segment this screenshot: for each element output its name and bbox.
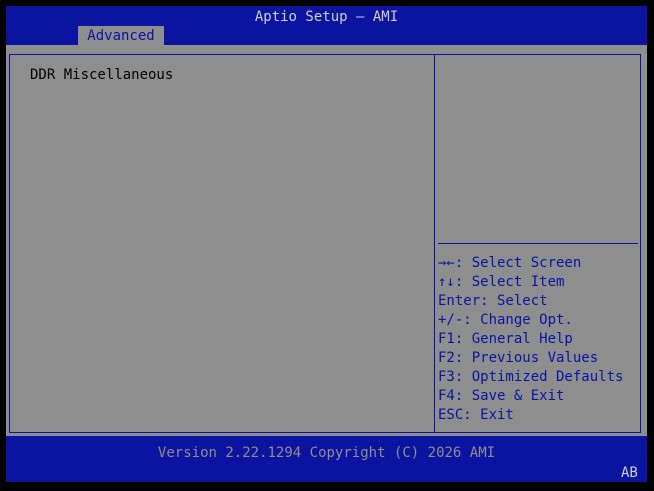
help-panel: →←: Select Screen ↑↓: Select Item Enter:… (434, 54, 641, 433)
help-enter-select: Enter: Select (438, 293, 548, 309)
help-select-screen: →←: Select Screen (438, 255, 582, 271)
help-esc-exit: ESC: Exit (438, 407, 514, 423)
version-footer: Version 2.22.1294 Copyright (C) 2026 AMI (157, 445, 496, 461)
corner-badge: AB (621, 465, 638, 481)
content-area: DDR Miscellaneous →←: Select Screen ↑↓: … (6, 45, 647, 436)
menu-item-ddr-miscellaneous[interactable]: DDR Miscellaneous (30, 67, 173, 83)
help-optimized-defaults: F3: Optimized Defaults (438, 369, 624, 385)
key-help-list: →←: Select Screen ↑↓: Select Item Enter:… (438, 254, 623, 425)
bios-window: Aptio Setup – AMI Advanced DDR Miscellan… (6, 6, 647, 482)
help-divider (438, 243, 638, 244)
help-general-help: F1: General Help (438, 331, 573, 347)
help-save-exit: F4: Save & Exit (438, 388, 565, 404)
window-title: Aptio Setup – AMI (254, 9, 399, 25)
help-select-item: ↑↓: Select Item (438, 274, 565, 290)
help-change-opt: +/-: Change Opt. (438, 312, 573, 328)
tab-advanced[interactable]: Advanced (78, 26, 164, 45)
settings-panel: DDR Miscellaneous (9, 54, 435, 433)
help-previous-values: F2: Previous Values (438, 350, 599, 366)
